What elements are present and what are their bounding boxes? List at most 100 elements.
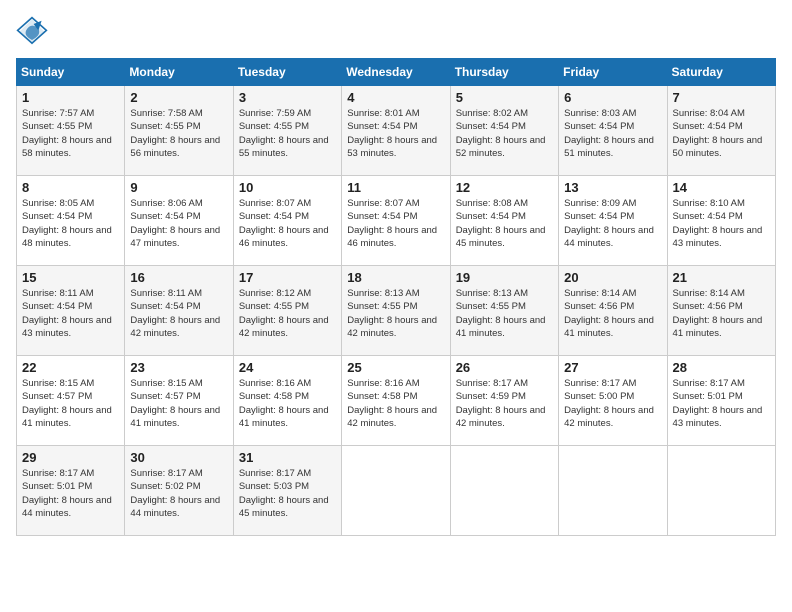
day-number: 13: [564, 180, 661, 195]
calendar-day-cell: 23 Sunrise: 8:15 AMSunset: 4:57 PMDaylig…: [125, 356, 233, 446]
cell-details: Sunrise: 8:08 AMSunset: 4:54 PMDaylight:…: [456, 198, 546, 249]
cell-details: Sunrise: 8:13 AMSunset: 4:55 PMDaylight:…: [456, 288, 546, 339]
calendar-week-row: 15 Sunrise: 8:11 AMSunset: 4:54 PMDaylig…: [17, 266, 776, 356]
day-number: 15: [22, 270, 119, 285]
calendar-day-cell: 24 Sunrise: 8:16 AMSunset: 4:58 PMDaylig…: [233, 356, 341, 446]
cell-details: Sunrise: 8:14 AMSunset: 4:56 PMDaylight:…: [673, 288, 763, 339]
calendar-day-header: Sunday: [17, 59, 125, 86]
calendar-day-cell: 1 Sunrise: 7:57 AMSunset: 4:55 PMDayligh…: [17, 86, 125, 176]
calendar-day-cell: [667, 446, 775, 536]
calendar-header-row: SundayMondayTuesdayWednesdayThursdayFrid…: [17, 59, 776, 86]
day-number: 9: [130, 180, 227, 195]
cell-details: Sunrise: 8:13 AMSunset: 4:55 PMDaylight:…: [347, 288, 437, 339]
cell-details: Sunrise: 8:17 AMSunset: 5:00 PMDaylight:…: [564, 378, 654, 429]
day-number: 22: [22, 360, 119, 375]
calendar-day-cell: 25 Sunrise: 8:16 AMSunset: 4:58 PMDaylig…: [342, 356, 450, 446]
day-number: 3: [239, 90, 336, 105]
page-header: [16, 16, 776, 48]
calendar-day-cell: 4 Sunrise: 8:01 AMSunset: 4:54 PMDayligh…: [342, 86, 450, 176]
day-number: 14: [673, 180, 770, 195]
calendar-day-cell: 5 Sunrise: 8:02 AMSunset: 4:54 PMDayligh…: [450, 86, 558, 176]
calendar-day-cell: 10 Sunrise: 8:07 AMSunset: 4:54 PMDaylig…: [233, 176, 341, 266]
cell-details: Sunrise: 8:10 AMSunset: 4:54 PMDaylight:…: [673, 198, 763, 249]
cell-details: Sunrise: 8:11 AMSunset: 4:54 PMDaylight:…: [130, 288, 220, 339]
cell-details: Sunrise: 8:17 AMSunset: 5:01 PMDaylight:…: [673, 378, 763, 429]
day-number: 27: [564, 360, 661, 375]
cell-details: Sunrise: 8:15 AMSunset: 4:57 PMDaylight:…: [22, 378, 112, 429]
calendar-day-cell: [342, 446, 450, 536]
cell-details: Sunrise: 8:15 AMSunset: 4:57 PMDaylight:…: [130, 378, 220, 429]
day-number: 10: [239, 180, 336, 195]
calendar-day-cell: 26 Sunrise: 8:17 AMSunset: 4:59 PMDaylig…: [450, 356, 558, 446]
cell-details: Sunrise: 8:12 AMSunset: 4:55 PMDaylight:…: [239, 288, 329, 339]
day-number: 19: [456, 270, 553, 285]
cell-details: Sunrise: 8:07 AMSunset: 4:54 PMDaylight:…: [347, 198, 437, 249]
calendar-day-header: Monday: [125, 59, 233, 86]
calendar-day-cell: 22 Sunrise: 8:15 AMSunset: 4:57 PMDaylig…: [17, 356, 125, 446]
calendar-day-cell: 14 Sunrise: 8:10 AMSunset: 4:54 PMDaylig…: [667, 176, 775, 266]
calendar-day-header: Wednesday: [342, 59, 450, 86]
calendar-week-row: 1 Sunrise: 7:57 AMSunset: 4:55 PMDayligh…: [17, 86, 776, 176]
day-number: 31: [239, 450, 336, 465]
day-number: 25: [347, 360, 444, 375]
day-number: 16: [130, 270, 227, 285]
cell-details: Sunrise: 7:57 AMSunset: 4:55 PMDaylight:…: [22, 108, 112, 159]
calendar-day-cell: 11 Sunrise: 8:07 AMSunset: 4:54 PMDaylig…: [342, 176, 450, 266]
day-number: 12: [456, 180, 553, 195]
calendar-day-cell: 13 Sunrise: 8:09 AMSunset: 4:54 PMDaylig…: [559, 176, 667, 266]
calendar-day-header: Friday: [559, 59, 667, 86]
cell-details: Sunrise: 8:07 AMSunset: 4:54 PMDaylight:…: [239, 198, 329, 249]
cell-details: Sunrise: 8:11 AMSunset: 4:54 PMDaylight:…: [22, 288, 112, 339]
calendar-table: SundayMondayTuesdayWednesdayThursdayFrid…: [16, 58, 776, 536]
cell-details: Sunrise: 8:14 AMSunset: 4:56 PMDaylight:…: [564, 288, 654, 339]
cell-details: Sunrise: 8:06 AMSunset: 4:54 PMDaylight:…: [130, 198, 220, 249]
logo: [16, 16, 52, 48]
calendar-day-cell: 8 Sunrise: 8:05 AMSunset: 4:54 PMDayligh…: [17, 176, 125, 266]
calendar-day-cell: 15 Sunrise: 8:11 AMSunset: 4:54 PMDaylig…: [17, 266, 125, 356]
calendar-day-cell: [450, 446, 558, 536]
calendar-day-cell: 6 Sunrise: 8:03 AMSunset: 4:54 PMDayligh…: [559, 86, 667, 176]
calendar-day-cell: 9 Sunrise: 8:06 AMSunset: 4:54 PMDayligh…: [125, 176, 233, 266]
calendar-week-row: 29 Sunrise: 8:17 AMSunset: 5:01 PMDaylig…: [17, 446, 776, 536]
calendar-day-cell: 17 Sunrise: 8:12 AMSunset: 4:55 PMDaylig…: [233, 266, 341, 356]
calendar-week-row: 8 Sunrise: 8:05 AMSunset: 4:54 PMDayligh…: [17, 176, 776, 266]
cell-details: Sunrise: 8:16 AMSunset: 4:58 PMDaylight:…: [239, 378, 329, 429]
day-number: 24: [239, 360, 336, 375]
calendar-day-header: Saturday: [667, 59, 775, 86]
logo-icon: [16, 16, 48, 48]
day-number: 17: [239, 270, 336, 285]
cell-details: Sunrise: 7:59 AMSunset: 4:55 PMDaylight:…: [239, 108, 329, 159]
day-number: 30: [130, 450, 227, 465]
day-number: 11: [347, 180, 444, 195]
calendar-day-cell: 29 Sunrise: 8:17 AMSunset: 5:01 PMDaylig…: [17, 446, 125, 536]
calendar-day-cell: 7 Sunrise: 8:04 AMSunset: 4:54 PMDayligh…: [667, 86, 775, 176]
calendar-day-cell: 28 Sunrise: 8:17 AMSunset: 5:01 PMDaylig…: [667, 356, 775, 446]
calendar-day-header: Thursday: [450, 59, 558, 86]
day-number: 28: [673, 360, 770, 375]
calendar-day-cell: 19 Sunrise: 8:13 AMSunset: 4:55 PMDaylig…: [450, 266, 558, 356]
cell-details: Sunrise: 8:02 AMSunset: 4:54 PMDaylight:…: [456, 108, 546, 159]
calendar-day-header: Tuesday: [233, 59, 341, 86]
calendar-day-cell: 31 Sunrise: 8:17 AMSunset: 5:03 PMDaylig…: [233, 446, 341, 536]
day-number: 21: [673, 270, 770, 285]
calendar-day-cell: 3 Sunrise: 7:59 AMSunset: 4:55 PMDayligh…: [233, 86, 341, 176]
cell-details: Sunrise: 8:17 AMSunset: 4:59 PMDaylight:…: [456, 378, 546, 429]
calendar-day-cell: 12 Sunrise: 8:08 AMSunset: 4:54 PMDaylig…: [450, 176, 558, 266]
calendar-day-cell: [559, 446, 667, 536]
day-number: 4: [347, 90, 444, 105]
calendar-week-row: 22 Sunrise: 8:15 AMSunset: 4:57 PMDaylig…: [17, 356, 776, 446]
cell-details: Sunrise: 7:58 AMSunset: 4:55 PMDaylight:…: [130, 108, 220, 159]
day-number: 7: [673, 90, 770, 105]
cell-details: Sunrise: 8:16 AMSunset: 4:58 PMDaylight:…: [347, 378, 437, 429]
calendar-day-cell: 27 Sunrise: 8:17 AMSunset: 5:00 PMDaylig…: [559, 356, 667, 446]
calendar-day-cell: 18 Sunrise: 8:13 AMSunset: 4:55 PMDaylig…: [342, 266, 450, 356]
day-number: 20: [564, 270, 661, 285]
day-number: 5: [456, 90, 553, 105]
day-number: 23: [130, 360, 227, 375]
day-number: 6: [564, 90, 661, 105]
day-number: 29: [22, 450, 119, 465]
calendar-day-cell: 21 Sunrise: 8:14 AMSunset: 4:56 PMDaylig…: [667, 266, 775, 356]
day-number: 1: [22, 90, 119, 105]
cell-details: Sunrise: 8:17 AMSunset: 5:01 PMDaylight:…: [22, 468, 112, 519]
cell-details: Sunrise: 8:03 AMSunset: 4:54 PMDaylight:…: [564, 108, 654, 159]
